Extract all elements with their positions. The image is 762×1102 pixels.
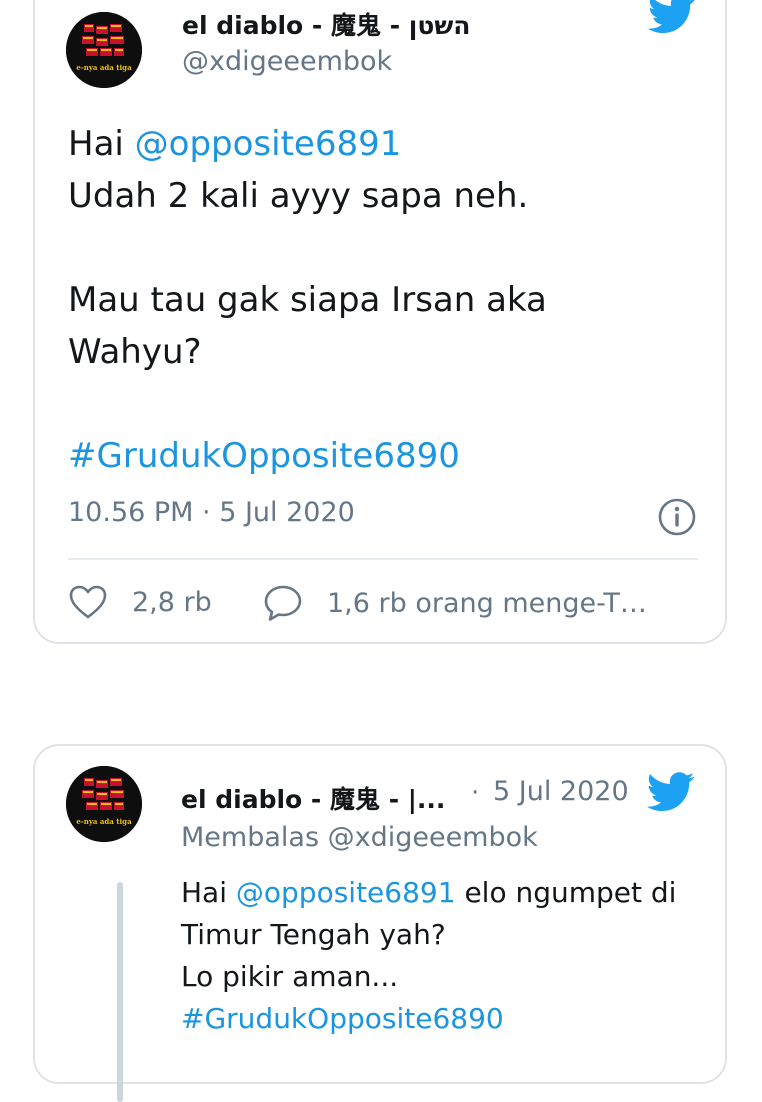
tweet-card[interactable]: e-nya ada tiga el diablo - 魔鬼 - השטן @xd… xyxy=(33,0,727,644)
tweet-line-4: Wahyu? xyxy=(68,332,202,372)
tweet-line-1: Hai @opposite6891 xyxy=(68,118,698,170)
twitter-bird-icon[interactable] xyxy=(647,0,697,34)
tweet-line-2: Udah 2 kali ayyy sapa neh. xyxy=(68,176,529,216)
reply-date[interactable]: 5 Jul 2020 xyxy=(493,776,629,807)
tweet-text: Hai @opposite6891 Udah 2 kali ayyy sapa … xyxy=(68,118,698,482)
svg-text:e-nya ada tiga: e-nya ada tiga xyxy=(76,817,132,826)
reply-tweet-card[interactable]: e-nya ada tiga el diablo - 魔鬼 - |... · 5… xyxy=(33,744,727,1102)
avatar-logo: e-nya ada tiga xyxy=(66,12,142,88)
tweet-line-3: Mau tau gak siapa Irsan aka xyxy=(68,280,547,320)
reply-line-1: Hai @opposite6891 elo ngumpet di xyxy=(181,872,721,914)
avatar[interactable]: e-nya ada tiga xyxy=(66,12,142,88)
reply-line-1-after: elo ngumpet di xyxy=(455,876,677,909)
reply-line-1-before: Hai xyxy=(181,876,236,909)
reply-text: Hai @opposite6891 elo ngumpet di Timur T… xyxy=(181,872,721,1040)
divider xyxy=(68,558,698,560)
reply-to-label[interactable]: Membalas @xdigeeembok xyxy=(181,822,538,853)
tweet-timestamp[interactable]: 10.56 PM · 5 Jul 2020 xyxy=(68,497,355,528)
separator-dot: · xyxy=(471,778,480,808)
mention-link[interactable]: @opposite6891 xyxy=(236,876,456,909)
author-name[interactable]: el diablo - 魔鬼 - השטן xyxy=(182,6,470,42)
line-spacer xyxy=(68,378,698,430)
reply-button[interactable]: 1,6 rb orang menge-T… xyxy=(263,584,647,622)
author-name[interactable]: el diablo - 魔鬼 - |... xyxy=(181,780,445,816)
like-count: 2,8 rb xyxy=(132,586,212,618)
thread-line xyxy=(117,882,123,1102)
avatar-logo: e-nya ada tiga xyxy=(66,766,142,842)
heart-outline-icon xyxy=(69,585,107,619)
hashtag-link[interactable]: #GrudukOpposite6890 xyxy=(68,430,698,482)
like-button[interactable]: 2,8 rb xyxy=(68,584,212,620)
svg-text:e-nya ada tiga: e-nya ada tiga xyxy=(76,63,132,72)
twitter-bird-icon[interactable] xyxy=(647,772,695,812)
avatar[interactable]: e-nya ada tiga xyxy=(66,766,142,842)
line-spacer xyxy=(68,222,698,274)
reply-line-3: Lo pikir aman... xyxy=(181,960,399,993)
tweet-line-1-text: Hai xyxy=(68,124,135,164)
info-circle-icon[interactable] xyxy=(657,497,697,537)
hashtag-link[interactable]: #GrudukOpposite6890 xyxy=(181,998,721,1040)
reply-line-2: Timur Tengah yah? xyxy=(181,918,446,951)
speech-bubble-icon xyxy=(264,585,302,621)
reply-count: 1,6 rb orang menge-T… xyxy=(327,587,647,619)
mention-link[interactable]: @opposite6891 xyxy=(135,124,402,164)
author-handle[interactable]: @xdigeeembok xyxy=(182,46,392,77)
